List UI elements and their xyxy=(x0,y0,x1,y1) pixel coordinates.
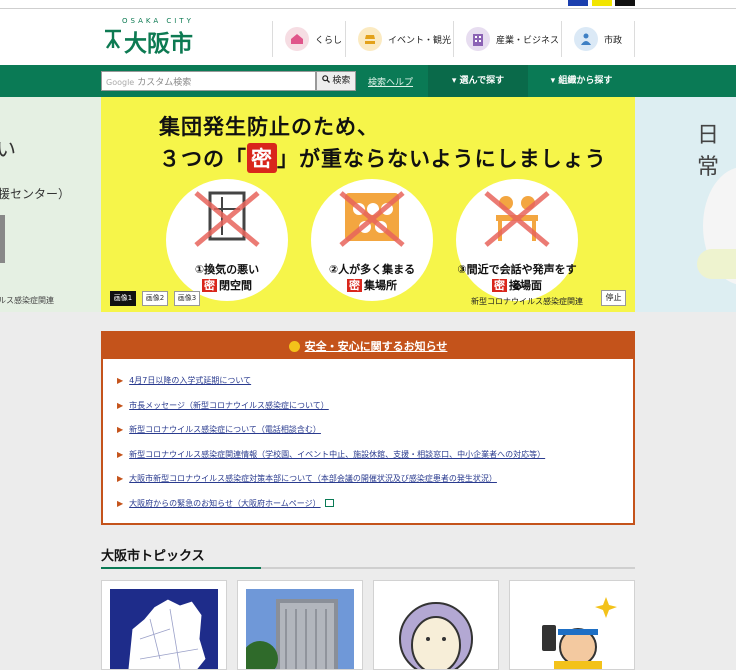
slide-caption: 新型コロナウイルス感染症関連 xyxy=(471,297,583,306)
hero-next-slide[interactable]: 日常 xyxy=(635,97,736,312)
city-emblem-icon xyxy=(105,29,121,49)
site-header: OSAKA CITY 大阪市 くらし イベント・観光 産業・ビジネス 市政 xyxy=(0,9,736,65)
logo-name: 大阪市 xyxy=(124,31,193,57)
safety-notice-box: 安全・安心に関するお知らせ ▶ 4月7日以降の入学式延期について ▶ 市長メッセージ… xyxy=(101,331,635,525)
chevron-down-icon: ▾ xyxy=(451,76,460,86)
top-strip xyxy=(0,0,736,9)
topic-card-cityhall[interactable] xyxy=(237,580,363,670)
color-swatch-blue[interactable] xyxy=(568,0,588,6)
hero-slide[interactable]: 集団発生防止のため、 ３つの「密」が重ならないようにしましょう ①換気の悪い 密… xyxy=(101,97,635,312)
city-hall-photo xyxy=(246,589,354,669)
slide-bar xyxy=(0,215,5,263)
slide-pager-1[interactable]: 画像1 xyxy=(110,291,136,306)
topics-heading: 大阪市トピックス xyxy=(101,549,205,564)
search-help-link[interactable]: 検索ヘルプ xyxy=(368,75,413,88)
search-bar: Google カスタム検索 検索 検索ヘルプ ▾ 選んで探す ▾ 組織から探す xyxy=(0,65,736,97)
color-swatch-yellow[interactable] xyxy=(592,0,612,6)
crowded-place-illustration: ②人が多く集まる 密集場所 xyxy=(311,179,433,301)
topic-card-phone[interactable] xyxy=(509,580,635,670)
arrow-right-icon: ▶ xyxy=(117,449,124,459)
nav-event[interactable]: イベント・観光 xyxy=(345,21,453,57)
conversation-icon xyxy=(484,191,550,247)
search-button[interactable]: 検索 xyxy=(316,71,356,91)
arrow-right-icon: ▶ xyxy=(117,498,124,508)
arrow-right-icon: ▶ xyxy=(117,376,124,385)
hero-headline-1: 集団発生防止のため、 xyxy=(159,115,379,139)
alert-icon xyxy=(288,340,300,352)
notice-title: 安全・安心に関するお知らせ xyxy=(304,340,448,353)
hero-headline-2: ３つの「密」が重ならないようにしましょう xyxy=(159,143,607,173)
slide-pill xyxy=(697,249,736,279)
arrow-right-icon: ▶ xyxy=(117,425,124,434)
nav-kurashi[interactable]: くらし xyxy=(272,21,345,57)
slide-pager-2[interactable]: 画像2 xyxy=(142,291,168,306)
topic-card-mascot[interactable] xyxy=(373,580,499,670)
building-icon xyxy=(466,27,490,51)
closed-space-illustration: ①換気の悪い 密閉空間 xyxy=(166,179,288,301)
slide-pager-3[interactable]: 画像3 xyxy=(174,291,200,306)
crowd-icon xyxy=(339,191,405,247)
notice-item[interactable]: ▶ 大阪府からの緊急のお知らせ（大阪府ホームページ） xyxy=(117,498,545,523)
slide-stop-button[interactable]: 停止 xyxy=(601,290,626,306)
osaka-map-image xyxy=(110,589,218,669)
search-input[interactable]: Google カスタム検索 xyxy=(101,71,316,91)
notice-item[interactable]: ▶ 4月7日以降の入学式延期について xyxy=(117,375,545,400)
house-icon xyxy=(285,27,309,51)
notice-item[interactable]: ▶ 新型コロナウイルス感染症関連情報（学校園、イベント中止、施設休館、支援・相談窓… xyxy=(117,449,545,474)
topic-card-map[interactable] xyxy=(101,580,227,670)
nav-shisei[interactable]: 市政 xyxy=(561,21,635,57)
topics-divider xyxy=(101,567,635,569)
people-icon xyxy=(574,27,598,51)
worried-character-image xyxy=(382,589,490,669)
arrow-right-icon: ▶ xyxy=(117,400,124,410)
notice-header[interactable]: 安全・安心に関するお知らせ xyxy=(103,333,633,359)
notice-item[interactable]: ▶ 新型コロナウイルス感染症について（電話相談含む） xyxy=(117,424,545,449)
notice-list: ▶ 4月7日以降の入学式延期について ▶ 市長メッセージ（新型コロナウイルス感染症に… xyxy=(117,375,545,522)
notice-item[interactable]: ▶ 大阪市新型コロナウイルス感染症対策本部について（本部会議の開催状況及び感染症患… xyxy=(117,473,545,498)
nav-business[interactable]: 産業・ビジネス xyxy=(453,21,561,57)
close-contact-illustration: ③間近で会話や発声をする 密接場面 xyxy=(456,179,578,301)
window-icon xyxy=(194,191,260,247)
color-swatch-black[interactable] xyxy=(615,0,635,6)
osaka-city-logo[interactable]: OSAKA CITY 大阪市 xyxy=(104,17,234,59)
hero-prev-slide[interactable]: い 援センター） ルス感染症関連 xyxy=(0,97,101,312)
choose-search-button[interactable]: ▾ 選んで探す xyxy=(428,65,528,97)
arrow-right-icon: ▶ xyxy=(117,474,124,483)
org-search-button[interactable]: ▾ 組織から探す xyxy=(528,65,635,97)
smartphone-character-image xyxy=(518,589,626,669)
external-link-icon xyxy=(324,499,334,507)
search-icon xyxy=(321,75,330,83)
notice-item[interactable]: ▶ 市長メッセージ（新型コロナウイルス感染症について） xyxy=(117,400,545,425)
event-icon xyxy=(358,27,382,51)
